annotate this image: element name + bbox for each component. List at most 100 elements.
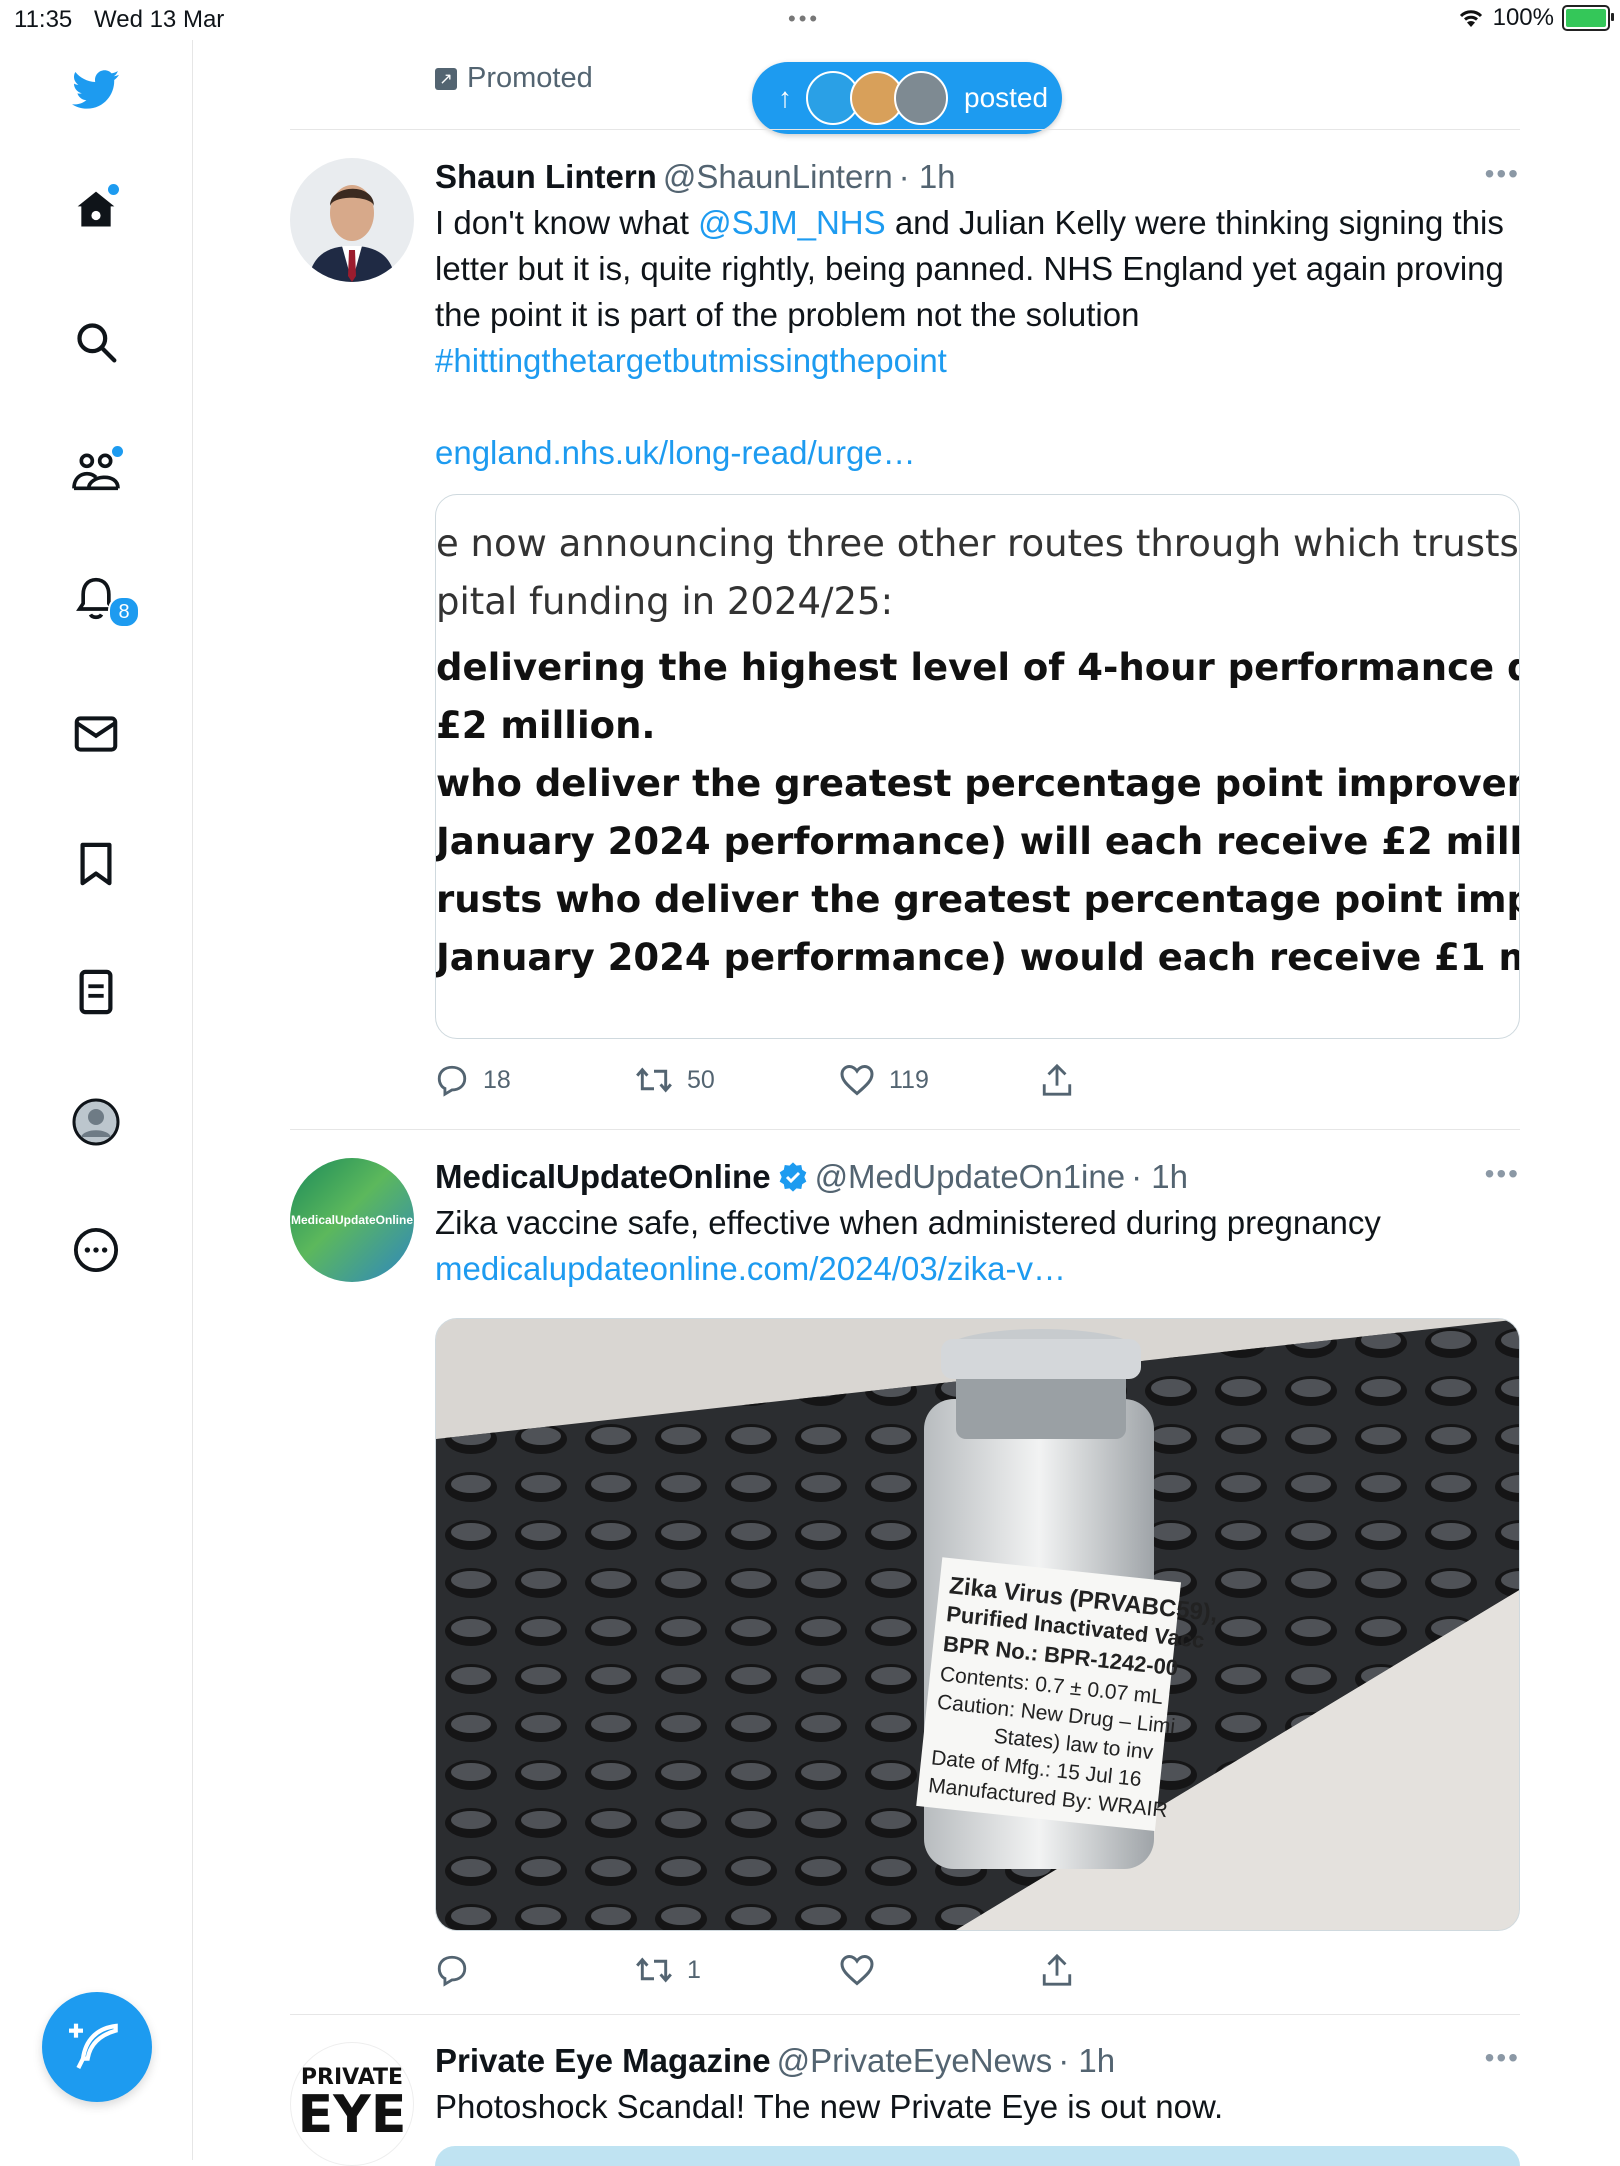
- card-line: delivering the highest level of 4-hour p…: [436, 646, 1520, 689]
- tweet-media-image[interactable]: Zika Virus (PRVABC59), Purified Inactiva…: [435, 1318, 1520, 1931]
- tweet-header: MedicalUpdateOnline @MedUpdateOn1ine · 1…: [435, 1158, 1520, 1196]
- tweet-actions: 18 50 119: [435, 1063, 1520, 1103]
- battery-percent: 100%: [1492, 4, 1554, 31]
- avatar[interactable]: [290, 158, 414, 282]
- tweet-actions: 1: [435, 1953, 1520, 1993]
- home-icon[interactable]: [72, 184, 120, 234]
- vaccine-vial-photo: Zika Virus (PRVABC59), Purified Inactiva…: [436, 1319, 1519, 1930]
- retweet-count: 1: [687, 1955, 701, 1984]
- heart-icon: [840, 1954, 874, 1986]
- tweet-text-part: Zika vaccine safe, effective when admini…: [435, 1204, 1381, 1241]
- reply-count: 18: [483, 1065, 511, 1094]
- like-button[interactable]: 119: [839, 1063, 929, 1097]
- card-line: £2 million.: [436, 704, 656, 747]
- home-unread-dot: [108, 184, 119, 195]
- reply-button[interactable]: 18: [435, 1063, 511, 1097]
- bookmarks-icon[interactable]: [72, 840, 120, 888]
- arrow-up-icon: ↑: [778, 82, 792, 113]
- multitasking-dots-icon[interactable]: •••: [788, 6, 820, 32]
- messages-icon[interactable]: [72, 710, 120, 758]
- pill-avatar-3: [894, 71, 948, 125]
- compose-feather-icon: [69, 2023, 118, 2069]
- card-line: who deliver the greatest percentage poin…: [436, 762, 1520, 805]
- avatar-logo-text: MedicalUpdateOnline: [290, 1213, 414, 1227]
- wifi-icon: [1459, 10, 1482, 27]
- lists-icon[interactable]: [72, 968, 120, 1016]
- compose-tweet-button[interactable]: [42, 1992, 152, 2102]
- author-name[interactable]: MedicalUpdateOnline: [435, 1158, 771, 1196]
- author-handle[interactable]: @PrivateEyeNews: [777, 2042, 1053, 2080]
- sidebar: 8: [0, 40, 193, 2160]
- author-handle[interactable]: @MedUpdateOn1ine: [815, 1158, 1126, 1196]
- notifications-badge: 8: [108, 596, 140, 628]
- promoted-label-row: ↗ Promoted: [435, 62, 593, 95]
- avatar-logo-text: EYE: [297, 2085, 407, 2145]
- status-time: 11:35: [14, 6, 73, 33]
- divider: [290, 129, 1520, 130]
- share-icon: [1042, 1953, 1072, 1986]
- tweet-header: Shaun Lintern @ShaunLintern · 1h: [435, 158, 1520, 196]
- mention-link[interactable]: @SJM_NHS: [698, 204, 886, 241]
- card-line: rusts who deliver the greatest percentag…: [436, 878, 1519, 921]
- reply-icon: [437, 1065, 467, 1097]
- status-right: 100%: [1457, 4, 1614, 32]
- tweet-text: Photoshock Scandal! The new Private Eye …: [435, 2084, 1520, 2130]
- heart-icon: [840, 1064, 874, 1096]
- url-link[interactable]: england.nhs.uk/long-read/urge…: [435, 434, 916, 471]
- tweet-header: Private Eye Magazine @PrivateEyeNews · 1…: [435, 2042, 1520, 2080]
- battery-icon: [1562, 5, 1614, 31]
- tweet-text: Zika vaccine safe, effective when admini…: [435, 1200, 1520, 1292]
- author-name[interactable]: Shaun Lintern: [435, 158, 657, 196]
- new-posts-pill[interactable]: ↑ posted: [752, 62, 1062, 134]
- share-button[interactable]: [1041, 1953, 1073, 1987]
- like-button[interactable]: [839, 1953, 889, 1987]
- share-icon: [1042, 1063, 1072, 1096]
- divider: [290, 2014, 1520, 2015]
- tweet-text-part: I don't know what: [435, 204, 699, 241]
- tweet-time: · 1h: [1131, 1158, 1188, 1195]
- tweet-text: I don't know what @SJM_NHS and Julian Ke…: [435, 200, 1520, 476]
- communities-icon[interactable]: [72, 446, 123, 494]
- status-bar: 11:35 Wed 13 Mar ••• 100%: [0, 0, 1620, 40]
- share-button[interactable]: [1041, 1063, 1073, 1097]
- pill-avatars: [806, 71, 948, 125]
- hashtag-link[interactable]: #hittingthetargetbutmissingthepoint: [435, 342, 947, 379]
- twitter-logo-icon[interactable]: [72, 66, 120, 114]
- retweet-button[interactable]: 1: [635, 1953, 701, 1987]
- promoted-text: Promoted: [467, 62, 593, 94]
- retweet-icon: [636, 1957, 672, 1983]
- card-line: e now announcing three other routes thro…: [436, 522, 1520, 565]
- search-icon[interactable]: [72, 318, 120, 366]
- author-name[interactable]: Private Eye Magazine: [435, 2042, 771, 2080]
- communities-unread-dot: [112, 446, 123, 457]
- retweet-button[interactable]: 50: [635, 1063, 715, 1097]
- reply-button[interactable]: [435, 1953, 483, 1987]
- card-line: January 2024 performance) would each rec…: [436, 936, 1520, 979]
- tweet-more-icon[interactable]: •••: [1485, 2042, 1520, 2074]
- promoted-icon: ↗: [435, 67, 457, 90]
- tweet-text-part: Photoshock Scandal! The new Private Eye …: [435, 2088, 1224, 2125]
- divider: [290, 1129, 1520, 1130]
- retweet-count: 50: [687, 1065, 715, 1094]
- avatar[interactable]: MedicalUpdateOnline: [290, 1158, 414, 1282]
- tweet-more-icon[interactable]: •••: [1485, 1158, 1520, 1190]
- card-line: pital funding in 2024/25:: [436, 580, 894, 623]
- tweet-media-image[interactable]: [435, 2146, 1520, 2166]
- retweet-icon: [636, 1067, 672, 1093]
- status-date: Wed 13 Mar: [94, 6, 225, 33]
- profile-avatar-icon[interactable]: [72, 1098, 120, 1146]
- tweet-more-icon[interactable]: •••: [1485, 158, 1520, 190]
- author-handle[interactable]: @ShaunLintern: [663, 158, 893, 196]
- tweet-time: · 1h: [1058, 2042, 1116, 2079]
- link-card[interactable]: e now announcing three other routes thro…: [435, 494, 1520, 1039]
- reply-icon: [437, 1955, 467, 1987]
- verified-badge-icon: [779, 1162, 806, 1192]
- card-line: January 2024 performance) will each rece…: [436, 820, 1520, 863]
- url-link[interactable]: medicalupdateonline.com/2024/03/zika-v…: [435, 1250, 1066, 1287]
- card-image-text: e now announcing three other routes thro…: [436, 515, 1520, 987]
- like-count: 119: [889, 1065, 929, 1094]
- new-posts-label: posted: [964, 82, 1049, 113]
- tweet-time: · 1h: [898, 158, 956, 195]
- avatar[interactable]: PRIVATE EYE: [290, 2042, 414, 2166]
- more-options-icon[interactable]: [72, 1226, 120, 1274]
